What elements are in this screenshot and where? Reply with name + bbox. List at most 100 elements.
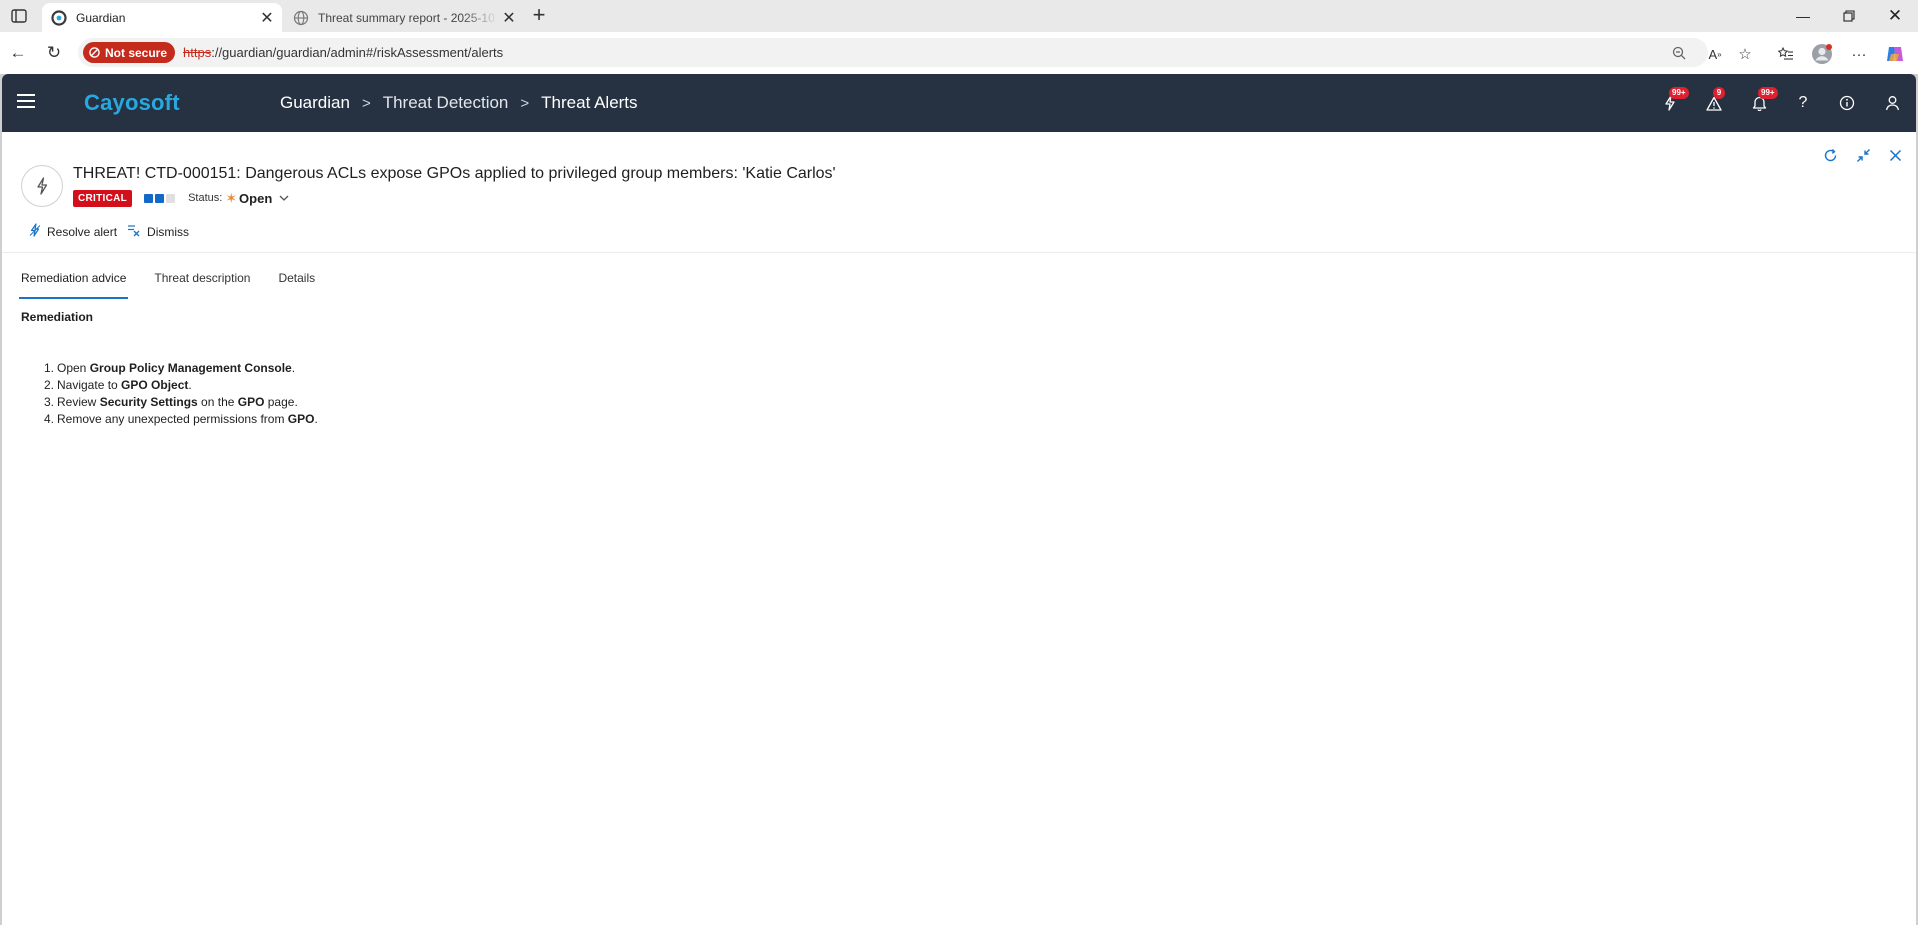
more-options-icon[interactable]: ··· — [1847, 42, 1871, 66]
minimize-icon[interactable]: — — [1780, 0, 1826, 32]
close-panel-icon[interactable] — [1885, 145, 1905, 165]
step-emphasis: GPO Object — [121, 378, 189, 392]
brand-logo[interactable]: Cayosoft — [84, 90, 180, 116]
breadcrumb-threat-alerts: Threat Alerts — [541, 93, 638, 112]
step-number: 3. — [44, 395, 55, 409]
breadcrumb-guardian[interactable]: Guardian — [280, 93, 350, 113]
browser-toolbar: ← ↻ Not secure https://guardian/guardian… — [0, 32, 1918, 74]
remediation-step: 1. Open Group Policy Management Console. — [44, 360, 318, 377]
tab-title: Threat summary report - 2025-10 — [318, 10, 495, 25]
divider — [2, 252, 1916, 253]
refresh-panel-icon[interactable] — [1820, 145, 1840, 165]
remediation-step: 3. Review Security Settings on the GPO pa… — [44, 394, 318, 411]
favorite-star-icon[interactable]: ☆ — [1733, 42, 1757, 66]
read-aloud-icon[interactable]: A» — [1703, 42, 1727, 66]
not-secure-badge[interactable]: Not secure — [83, 42, 176, 63]
breadcrumb-threat-detection[interactable]: Threat Detection — [383, 93, 509, 113]
step-number: 1. — [44, 361, 55, 375]
chevron-down-icon[interactable] — [279, 192, 289, 204]
close-tab-icon[interactable]: ✕ — [498, 7, 520, 29]
severity-segment — [166, 193, 176, 203]
alert-actions: Resolve alert Dismiss — [29, 223, 199, 240]
copilot-icon[interactable] — [1883, 42, 1907, 66]
not-secure-label: Not secure — [105, 45, 168, 60]
address-bar[interactable]: Not secure https://guardian/guardian/adm… — [78, 38, 1708, 67]
dismiss-button[interactable]: Dismiss — [127, 224, 189, 240]
tab-actions-icon[interactable] — [8, 6, 30, 26]
status-label: Status: — [188, 192, 223, 204]
tab-threat-description[interactable]: Threat description — [152, 265, 252, 299]
menu-icon[interactable] — [17, 94, 35, 110]
tab-title: Guardian — [76, 10, 126, 25]
chevron-right-icon: > — [520, 94, 530, 112]
chevron-right-icon: > — [361, 94, 371, 112]
remediation-steps: 1. Open Group Policy Management Console. 2… — [44, 360, 318, 428]
step-emphasis: GPO — [237, 395, 265, 409]
step-text: page. — [264, 395, 298, 409]
threats-bolt-icon[interactable]: 99+ — [1659, 87, 1689, 114]
resolve-bolt-icon — [29, 223, 41, 240]
globe-icon — [293, 10, 309, 26]
warning-shield-icon — [89, 47, 100, 58]
dismiss-label: Dismiss — [147, 224, 190, 239]
back-icon[interactable]: ← — [7, 42, 29, 64]
tab-details[interactable]: Details — [276, 265, 317, 299]
tab-remediation-advice[interactable]: Remediation advice — [19, 265, 129, 299]
browser-tab-strip: Guardian ✕ Threat summary report - 2025-… — [0, 0, 1918, 32]
step-text: Remove any unexpected permissions from — [57, 412, 288, 426]
threats-count-badge: 99+ — [1669, 87, 1689, 99]
step-emphasis: Security Settings — [99, 395, 198, 409]
refresh-icon[interactable]: ↻ — [43, 42, 65, 64]
cayosoft-favicon-icon — [51, 9, 67, 26]
severity-level-indicator — [144, 193, 176, 203]
profile-avatar-icon[interactable] — [1810, 42, 1834, 66]
resolve-alert-button[interactable]: Resolve alert — [29, 223, 117, 240]
severity-segment — [155, 193, 165, 203]
remediation-heading: Remediation — [21, 310, 94, 324]
tab-threat-summary[interactable]: Threat summary report - 2025-10 ✕ — [284, 3, 524, 32]
warning-icon[interactable]: 9 — [1703, 87, 1725, 114]
tab-guardian[interactable]: Guardian ✕ — [42, 3, 282, 32]
step-text: . — [314, 412, 318, 426]
resolve-alert-label: Resolve alert — [47, 224, 118, 239]
user-account-icon[interactable] — [1881, 92, 1903, 114]
close-tab-icon[interactable]: ✕ — [256, 7, 278, 29]
threat-bolt-icon — [21, 165, 63, 207]
step-number: 4. — [44, 412, 55, 426]
app-header: Cayosoft Guardian > Threat Detection > T… — [2, 74, 1916, 132]
step-number: 2. — [44, 378, 55, 392]
severity-segment — [144, 193, 154, 203]
url-scheme: https — [183, 45, 212, 60]
step-text: Open — [57, 361, 90, 375]
notifications-bell-icon[interactable]: 99+ — [1748, 87, 1778, 114]
severity-badge: CRITICAL — [73, 189, 133, 207]
help-icon[interactable]: ? — [1792, 92, 1814, 114]
alert-meta: CRITICAL Status: ✶ Open — [73, 189, 289, 207]
warnings-count-badge: 9 — [1713, 87, 1725, 99]
dismiss-icon — [127, 224, 141, 240]
collapse-panel-icon[interactable] — [1853, 145, 1873, 165]
panel-tabs: Remediation advice Threat description De… — [19, 265, 341, 299]
info-icon[interactable] — [1836, 92, 1858, 114]
favorites-list-icon[interactable] — [1774, 42, 1798, 66]
step-emphasis: GPO — [287, 412, 315, 426]
step-emphasis: Group Policy Management Console — [89, 361, 292, 375]
app-window: Cayosoft Guardian > Threat Detection > T… — [2, 74, 1916, 925]
notifications-count-badge: 99+ — [1758, 87, 1778, 99]
status-value[interactable]: Open — [239, 191, 272, 206]
close-window-icon[interactable]: ✕ — [1872, 0, 1918, 32]
step-text: Navigate to — [57, 378, 122, 392]
status-open-icon: ✶ — [225, 189, 238, 206]
remediation-step: 2. Navigate to GPO Object. — [44, 377, 318, 394]
step-text: on the — [197, 395, 238, 409]
url-path: ://guardian/guardian/admin#/riskAssessme… — [211, 45, 504, 60]
alert-title: THREAT! CTD-000151: Dangerous ACLs expos… — [73, 165, 836, 182]
restore-icon[interactable] — [1826, 0, 1872, 32]
new-tab-icon[interactable]: + — [528, 4, 550, 27]
step-text: Review — [57, 395, 100, 409]
zoom-out-icon[interactable] — [1668, 42, 1690, 64]
remediation-step: 4. Remove any unexpected permissions from… — [44, 411, 318, 428]
step-text: . — [188, 378, 192, 392]
breadcrumb: Guardian > Threat Detection > Threat Ale… — [280, 93, 638, 113]
url-text: https://guardian/guardian/admin#/riskAss… — [183, 45, 503, 60]
